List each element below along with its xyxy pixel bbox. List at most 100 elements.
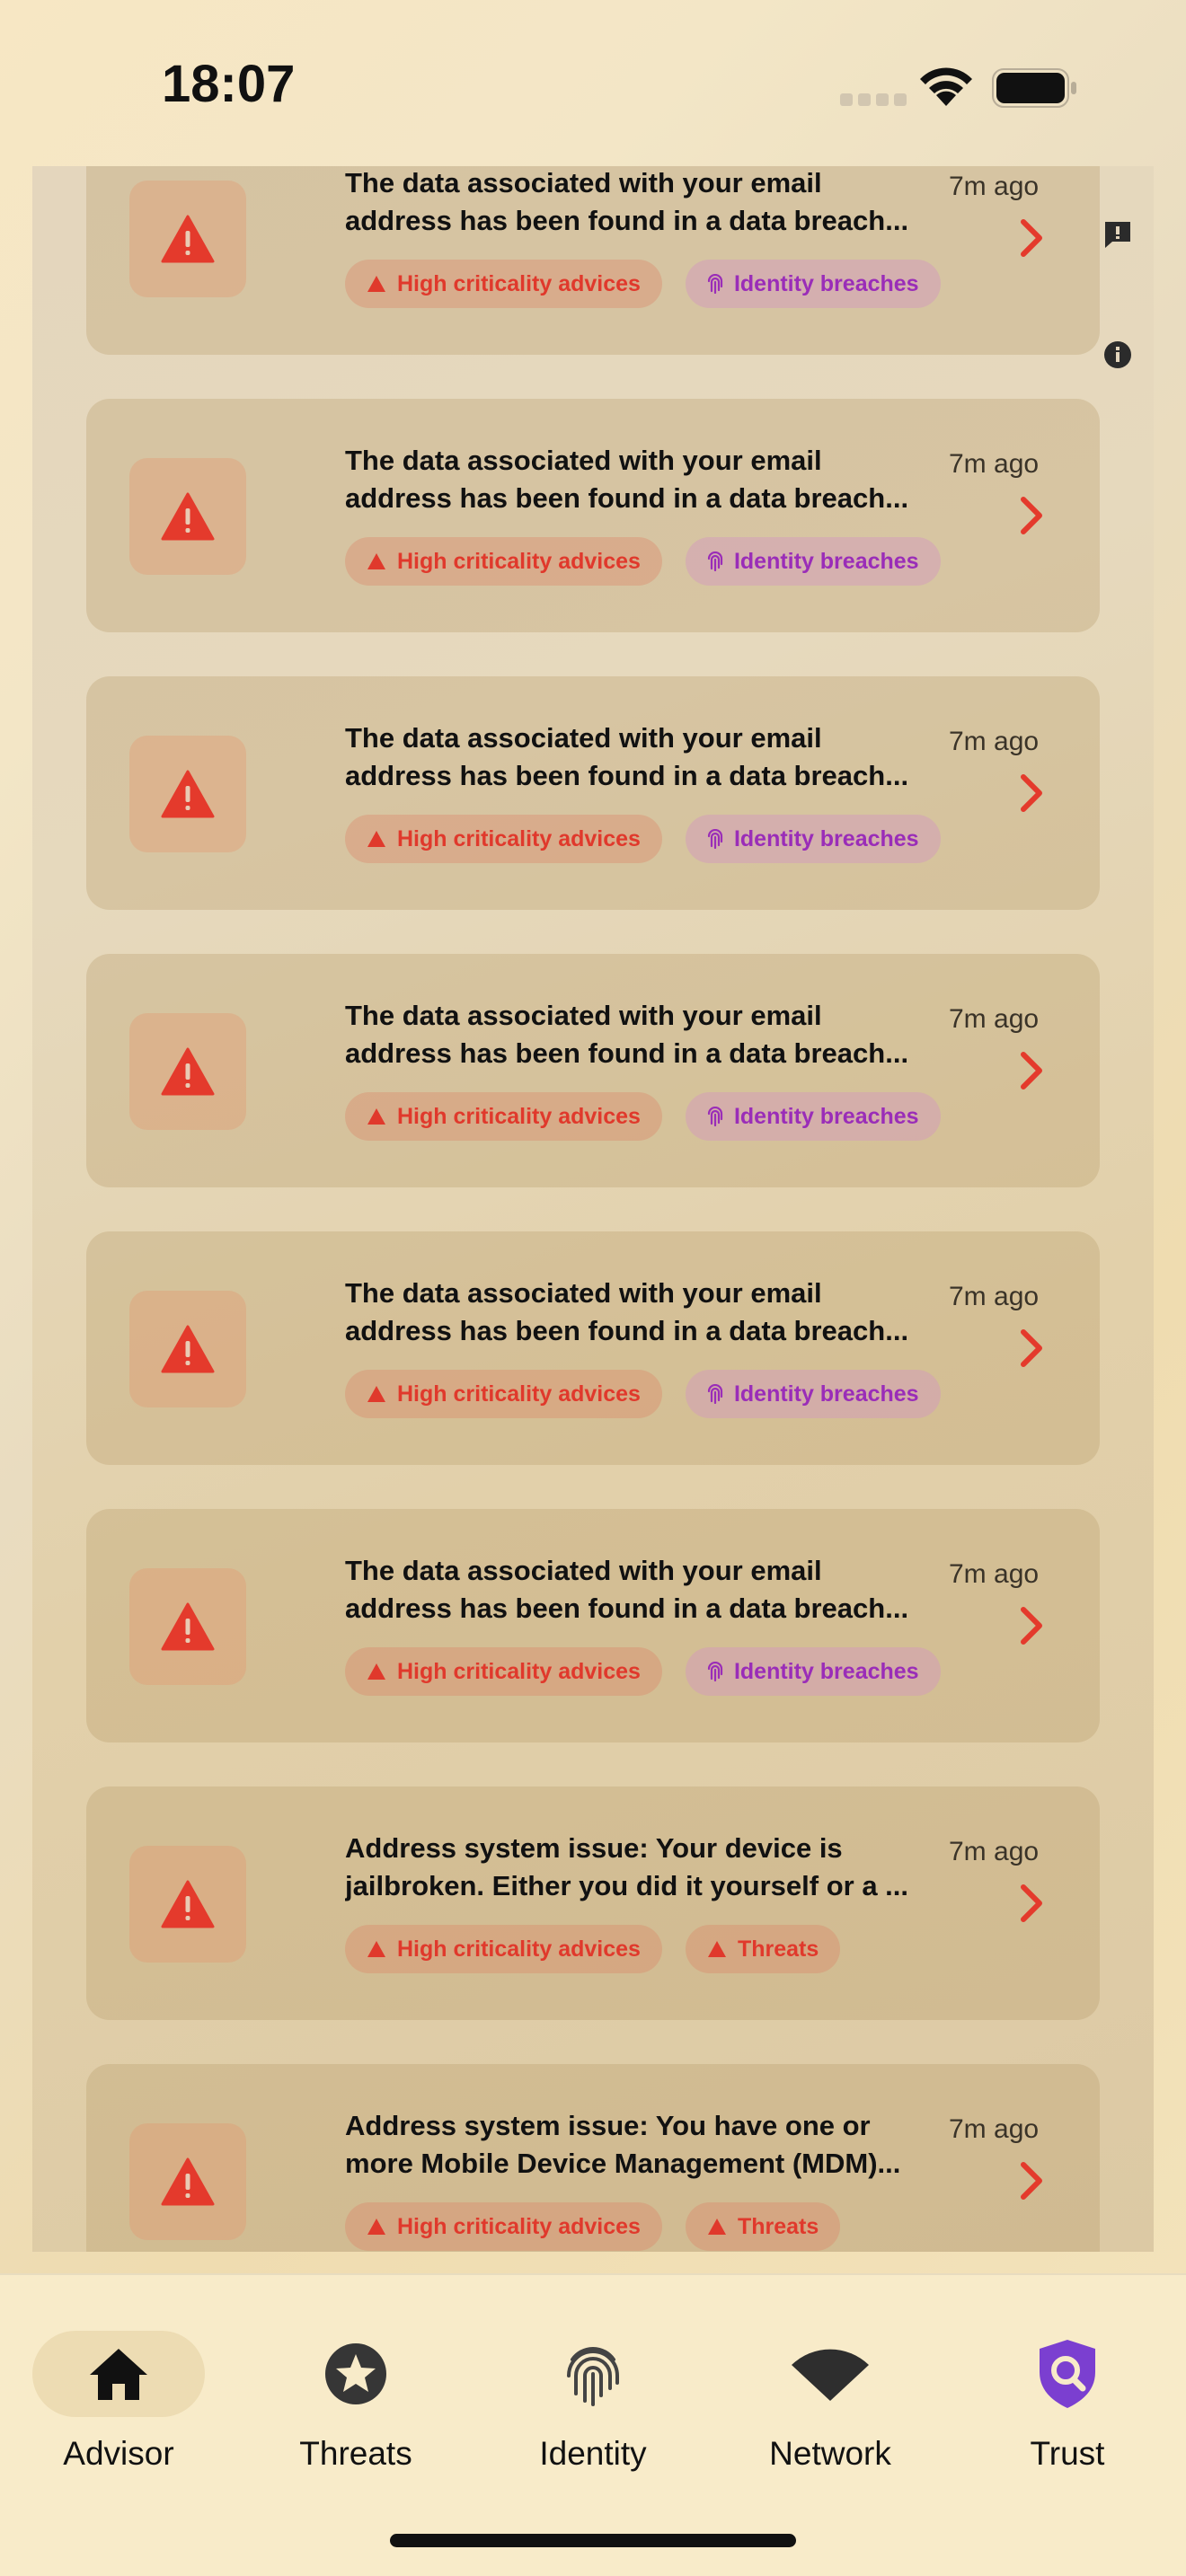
tab-advisor[interactable]: Advisor <box>29 2331 208 2473</box>
notification-card[interactable]: The data associated with your email addr… <box>86 399 1100 632</box>
tag-category[interactable]: Threats <box>685 2202 841 2251</box>
tag-category-label: Identity breaches <box>733 1658 919 1684</box>
tag-criticality-label: High criticality advices <box>397 825 641 851</box>
notification-title: The data associated with your email addr… <box>345 442 947 517</box>
home-indicator[interactable] <box>390 2534 796 2547</box>
tag-criticality[interactable]: High criticality advices <box>345 1925 662 1973</box>
tag-criticality-label: High criticality advices <box>397 548 641 574</box>
notification-tags: High criticality advices Threats <box>345 2202 863 2251</box>
chevron-right-icon[interactable] <box>1019 1051 1044 1090</box>
tab-trust-label: Trust <box>1030 2435 1105 2472</box>
star-circle-icon <box>325 2343 386 2404</box>
tag-category[interactable]: Identity breaches <box>685 537 941 586</box>
tag-criticality[interactable]: High criticality advices <box>345 1092 662 1141</box>
chevron-right-icon[interactable] <box>1019 218 1044 258</box>
shield-search-icon <box>1040 2340 1095 2408</box>
chevron-right-icon[interactable] <box>1019 1328 1044 1368</box>
notification-title-line-2: address has been found in a data breach.… <box>345 760 909 791</box>
tab-identity[interactable]: Identity <box>503 2331 683 2473</box>
tag-criticality-label: High criticality advices <box>397 1381 641 1407</box>
fingerprint-icon <box>707 1384 723 1404</box>
notification-tags: High criticality advices Identity breach… <box>345 1647 964 1696</box>
notification-time: 7m ago <box>949 1837 1040 1866</box>
tag-category[interactable]: Identity breaches <box>685 1647 941 1696</box>
alert-icon-badge <box>129 458 246 575</box>
notification-title: Address system issue: You have one or mo… <box>345 2107 947 2183</box>
tab-network-label: Network <box>769 2435 891 2472</box>
chevron-right-icon[interactable] <box>1019 1883 1044 1923</box>
tag-criticality[interactable]: High criticality advices <box>345 2202 662 2251</box>
notification-card[interactable]: Address system issue: Your device is jai… <box>86 1786 1100 2020</box>
advisor-list-panel[interactable]: The data associated with your email addr… <box>32 166 1154 2252</box>
tag-category[interactable]: Identity breaches <box>685 1092 941 1141</box>
notification-title-line-2: more Mobile Device Management (MDM)... <box>345 2148 901 2179</box>
tag-criticality-label: High criticality advices <box>397 2213 641 2239</box>
tab-threats-label: Threats <box>299 2435 412 2472</box>
tag-criticality[interactable]: High criticality advices <box>345 1370 662 1418</box>
fingerprint-icon <box>567 2347 619 2406</box>
home-icon <box>90 2349 147 2400</box>
tab-advisor-label: Advisor <box>63 2435 174 2472</box>
chevron-right-icon[interactable] <box>1019 496 1044 535</box>
tag-category-label: Identity breaches <box>733 1381 919 1407</box>
tab-trust[interactable]: Trust <box>978 2331 1157 2473</box>
tag-criticality-label: High criticality advices <box>397 1936 641 1962</box>
alert-icon-badge <box>129 1846 246 1963</box>
notification-card[interactable]: The data associated with your email addr… <box>86 676 1100 910</box>
tag-criticality[interactable]: High criticality advices <box>345 260 662 308</box>
alert-icon-badge <box>129 736 246 852</box>
notification-tags: High criticality advices Identity breach… <box>345 815 964 863</box>
notification-title-line-1: The data associated with your email <box>345 722 822 754</box>
notification-title-line-2: address has been found in a data breach.… <box>345 1592 909 1624</box>
warning-triangle-icon <box>367 1941 385 1957</box>
notification-title-line-2: address has been found in a data breach.… <box>345 205 909 236</box>
tab-threats[interactable]: Threats <box>266 2331 446 2473</box>
warning-triangle-icon <box>367 1108 385 1125</box>
warning-triangle-icon <box>161 492 215 541</box>
warning-triangle-icon <box>161 215 215 263</box>
notification-title: The data associated with your email addr… <box>345 1275 947 1350</box>
info-icon[interactable] <box>1102 339 1134 371</box>
notification-card[interactable]: The data associated with your email addr… <box>86 954 1100 1187</box>
notification-card[interactable]: Address system issue: You have one or mo… <box>86 2064 1100 2252</box>
status-bar: 18:07 <box>0 0 1186 166</box>
tag-criticality-label: High criticality advices <box>397 270 641 296</box>
tag-criticality-label: High criticality advices <box>397 1658 641 1684</box>
notification-time: 7m ago <box>949 449 1040 479</box>
tag-category[interactable]: Identity breaches <box>685 260 941 308</box>
notification-title-line-2: jailbroken. Either you did it yourself o… <box>345 1870 909 1901</box>
notification-time: 7m ago <box>949 1282 1040 1311</box>
warning-triangle-icon <box>161 1047 215 1096</box>
notification-time: 7m ago <box>949 2114 1040 2144</box>
notification-time: 7m ago <box>949 172 1040 201</box>
fingerprint-icon <box>707 1662 723 1681</box>
bottom-tab-bar: Advisor Threats Identity Network Trust <box>0 2273 1186 2576</box>
warning-triangle-icon <box>161 770 215 818</box>
notification-time: 7m ago <box>949 727 1040 756</box>
tab-network[interactable]: Network <box>740 2331 920 2473</box>
tag-category[interactable]: Identity breaches <box>685 1370 941 1418</box>
notification-title: The data associated with your email addr… <box>345 719 947 795</box>
message-icon[interactable] <box>1102 218 1134 251</box>
tag-category-label: Identity breaches <box>733 548 919 574</box>
notification-title-line-2: address has been found in a data breach.… <box>345 1037 909 1069</box>
notification-card[interactable]: The data associated with your email addr… <box>86 166 1100 355</box>
notification-title-line-1: Address system issue: You have one or <box>345 2110 871 2141</box>
notification-card[interactable]: The data associated with your email addr… <box>86 1231 1100 1465</box>
notification-time: 7m ago <box>949 1004 1040 1034</box>
notification-title: Address system issue: Your device is jai… <box>345 1830 947 1905</box>
tag-criticality[interactable]: High criticality advices <box>345 537 662 586</box>
notification-time: 7m ago <box>949 1559 1040 1589</box>
notification-title-line-2: address has been found in a data breach.… <box>345 482 909 514</box>
tag-criticality[interactable]: High criticality advices <box>345 1647 662 1696</box>
notification-title-line-1: The data associated with your email <box>345 167 822 198</box>
notification-card[interactable]: The data associated with your email addr… <box>86 1509 1100 1742</box>
chevron-right-icon[interactable] <box>1019 2161 1044 2201</box>
tag-category[interactable]: Identity breaches <box>685 815 941 863</box>
notification-title-line-1: The data associated with your email <box>345 1277 822 1309</box>
chevron-right-icon[interactable] <box>1019 1606 1044 1645</box>
tag-criticality[interactable]: High criticality advices <box>345 815 662 863</box>
chevron-right-icon[interactable] <box>1019 773 1044 813</box>
tag-criticality-label: High criticality advices <box>397 1103 641 1129</box>
tag-category[interactable]: Threats <box>685 1925 841 1973</box>
